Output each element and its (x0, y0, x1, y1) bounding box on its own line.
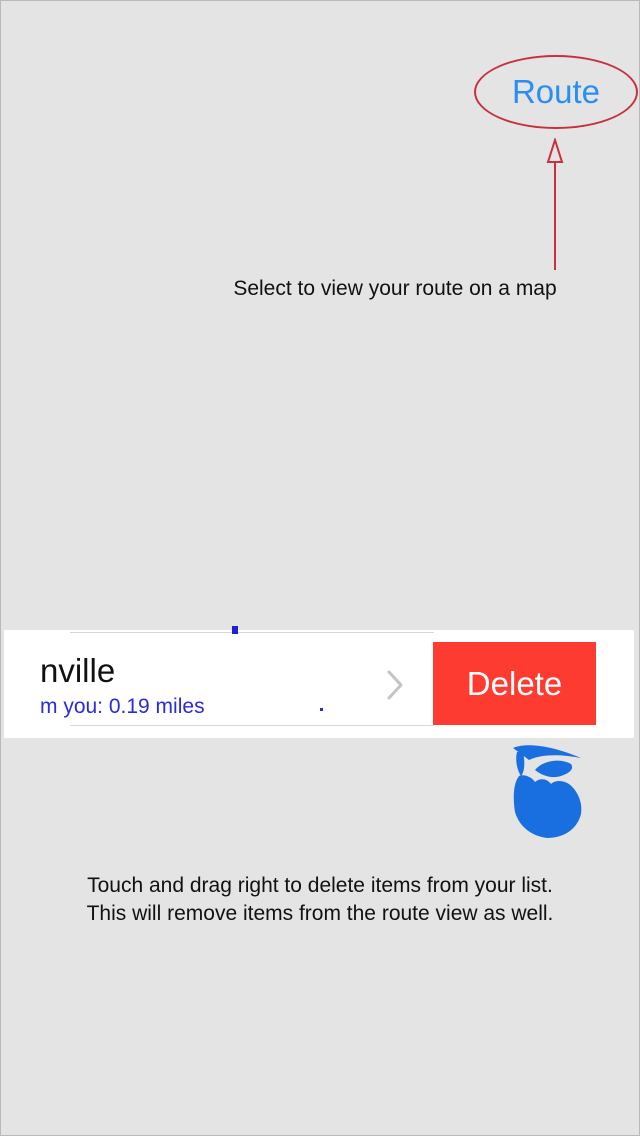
route-button[interactable]: Route (474, 55, 638, 129)
chevron-right-icon (387, 670, 403, 700)
route-annotation: Route (474, 55, 638, 129)
delete-hint-text: Touch and drag right to delete items fro… (20, 872, 620, 928)
delete-hint-line1: Touch and drag right to delete items fro… (87, 874, 553, 897)
list-item-distance: m you: 0.19 miles (40, 695, 205, 718)
text-fragment-dot (320, 708, 323, 711)
delete-hint-line2: This will remove items from the route vi… (86, 902, 554, 925)
row-separator (70, 632, 434, 633)
row-separator (70, 725, 434, 726)
previous-row-fragment (232, 626, 238, 634)
route-hint-text: Select to view your route on a map (233, 277, 557, 300)
delete-button[interactable]: Delete (433, 642, 596, 725)
list-item-name[interactable]: nville (40, 652, 115, 690)
arrow-up-icon (546, 138, 564, 270)
swipe-hand-icon (513, 745, 582, 838)
